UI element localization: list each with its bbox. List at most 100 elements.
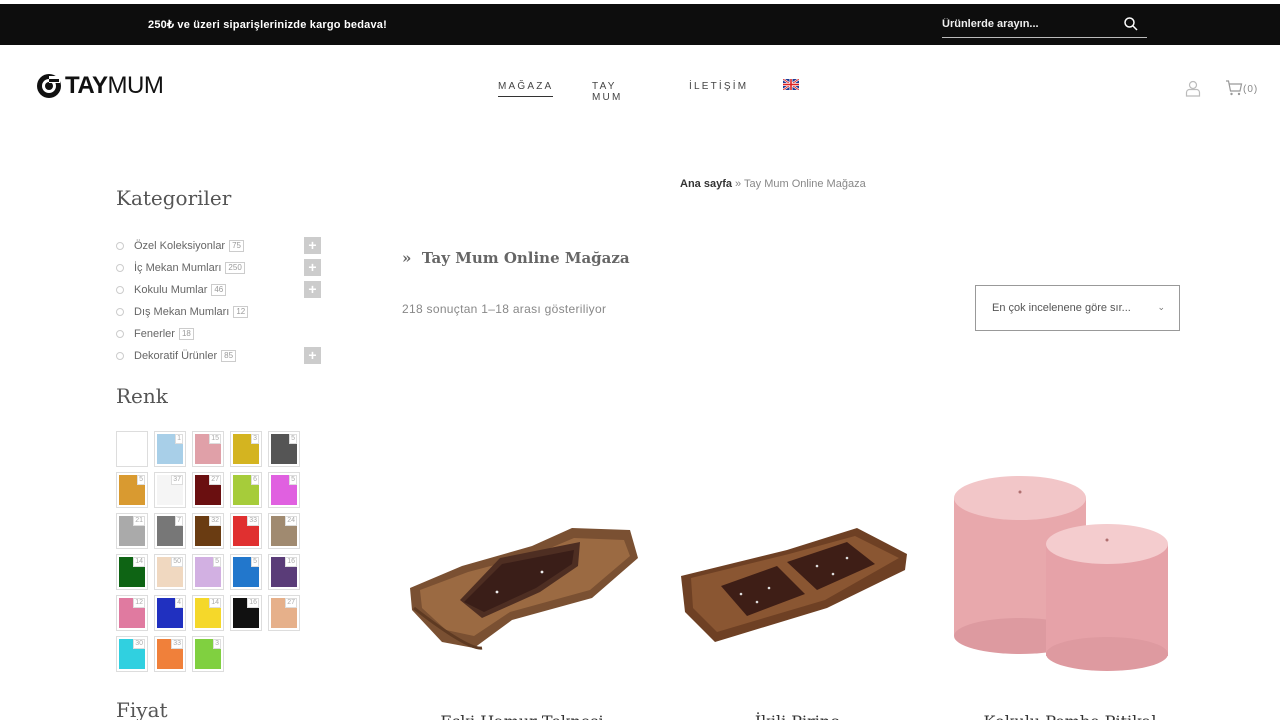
color-count-badge: 1 <box>175 434 183 444</box>
search-input[interactable] <box>942 14 1112 34</box>
expand-plus-icon[interactable]: + <box>304 281 321 298</box>
color-swatch[interactable]: 6 <box>230 472 262 508</box>
title-prefix: » <box>402 249 412 267</box>
color-swatch[interactable]: 14 <box>192 595 224 631</box>
color-swatch[interactable]: 7 <box>154 513 186 549</box>
color-swatch[interactable]: 33 <box>230 513 262 549</box>
category-label[interactable]: İç Mekan Mumları <box>134 262 221 274</box>
category-label[interactable]: Fenerler <box>134 328 175 340</box>
radio-dot[interactable] <box>116 330 124 338</box>
color-count-badge: 33 <box>171 639 183 649</box>
color-swatch[interactable]: 50 <box>154 554 186 590</box>
category-label[interactable]: Dış Mekan Mumları <box>134 306 229 318</box>
chevron-down-icon: ⌄ <box>1157 302 1165 312</box>
product-card[interactable]: Kokulu Pembe Pitikal <box>950 440 1190 720</box>
color-count-badge: 3 <box>251 434 259 444</box>
color-count-badge: 32 <box>209 516 221 526</box>
category-label[interactable]: Özel Koleksiyonlar <box>134 240 225 252</box>
color-swatch[interactable]: 12 <box>116 595 148 631</box>
color-swatch[interactable]: 32 <box>192 513 224 549</box>
product-name[interactable]: Eski Hamur Teknesi <box>402 712 642 720</box>
color-swatch[interactable]: 5 <box>230 554 262 590</box>
category-item[interactable]: İç Mekan Mumları 250 + <box>116 257 321 279</box>
category-item[interactable]: Dış Mekan Mumları 12 <box>116 301 321 323</box>
user-icon[interactable] <box>1184 79 1202 97</box>
cart-count: (0) <box>1243 84 1259 95</box>
product-name[interactable]: Kokulu Pembe Pitikal <box>950 712 1190 720</box>
color-count-badge: 5 <box>251 557 259 567</box>
radio-dot[interactable] <box>116 308 124 316</box>
color-count-badge: 7 <box>175 516 183 526</box>
color-swatch[interactable]: 5 <box>192 554 224 590</box>
color-swatch[interactable]: 3 <box>230 431 262 467</box>
color-swatch[interactable]: 16 <box>230 595 262 631</box>
search-box[interactable] <box>942 14 1147 38</box>
category-count: 250 <box>225 262 245 274</box>
breadcrumb-current: Tay Mum Online Mağaza <box>744 178 866 190</box>
categories-title: Kategoriler <box>116 186 232 210</box>
category-item[interactable]: Kokulu Mumlar 46 + <box>116 279 321 301</box>
uk-flag-icon[interactable] <box>783 79 799 90</box>
color-count-badge: 50 <box>171 557 183 567</box>
product-image[interactable] <box>677 480 917 680</box>
color-swatch[interactable]: 30 <box>116 636 148 672</box>
category-item[interactable]: Fenerler 18 <box>116 323 321 345</box>
color-count-badge: 14 <box>133 557 145 567</box>
color-count-badge: 5 <box>289 434 297 444</box>
expand-plus-icon[interactable]: + <box>304 237 321 254</box>
breadcrumb-home-link[interactable]: Ana sayfa <box>680 178 732 190</box>
color-swatch[interactable]: 27 <box>192 472 224 508</box>
color-count-badge: 37 <box>171 475 183 485</box>
color-swatch[interactable]: 24 <box>268 513 300 549</box>
color-count-badge: 14 <box>209 598 221 608</box>
color-swatch[interactable]: 27 <box>268 595 300 631</box>
nav-item-iletisim[interactable]: İLETİŞİM <box>689 81 748 92</box>
color-swatch[interactable]: 15 <box>192 431 224 467</box>
color-count-badge: 3 <box>213 639 221 649</box>
category-count: 75 <box>229 240 244 252</box>
category-item[interactable]: Özel Koleksiyonlar 75 + <box>116 235 321 257</box>
color-swatch[interactable]: 5 <box>116 472 148 508</box>
product-image[interactable] <box>402 480 642 680</box>
category-count: 12 <box>233 306 249 318</box>
color-count-badge: 15 <box>209 434 221 444</box>
color-swatch[interactable]: 5 <box>268 431 300 467</box>
color-swatch[interactable]: 3 <box>192 636 224 672</box>
color-swatch[interactable]: 1 <box>154 431 186 467</box>
category-label[interactable]: Dekoratif Ürünler <box>134 350 217 362</box>
sort-select[interactable]: En çok incelenene göre sır... ⌄ <box>975 285 1180 331</box>
color-swatch[interactable]: 14 <box>116 554 148 590</box>
color-swatch[interactable]: 16 <box>268 554 300 590</box>
price-filter-title: Fiyat <box>116 698 168 720</box>
color-count-badge: 4 <box>175 598 183 608</box>
product-name[interactable]: İkili Pirinç <box>677 712 917 720</box>
color-swatch[interactable] <box>116 431 148 467</box>
search-icon[interactable] <box>1123 16 1139 32</box>
logo-mark-icon <box>37 74 61 98</box>
radio-dot[interactable] <box>116 264 124 272</box>
color-swatch[interactable]: 37 <box>154 472 186 508</box>
color-swatch[interactable]: 21 <box>116 513 148 549</box>
expand-plus-icon[interactable]: + <box>304 259 321 276</box>
taymum-logo[interactable]: TAY MUM <box>36 70 164 102</box>
top-bar: 250₺ ve üzeri siparişlerinizde kargo bed… <box>0 4 1280 45</box>
radio-dot[interactable] <box>116 242 124 250</box>
category-item[interactable]: Dekoratif Ürünler 85 + <box>116 345 321 367</box>
color-swatch[interactable]: 4 <box>154 595 186 631</box>
product-card[interactable]: İkili Pirinç <box>677 440 917 720</box>
product-card[interactable]: Eski Hamur Teknesi <box>402 440 642 720</box>
logo-text-tay: TAY <box>65 72 108 99</box>
color-swatch[interactable]: 33 <box>154 636 186 672</box>
breadcrumb-separator: » <box>735 178 742 190</box>
cart-icon[interactable] <box>1225 79 1243 97</box>
nav-item-magaza[interactable]: MAĞAZA <box>498 81 554 97</box>
color-count-badge: 16 <box>247 598 259 608</box>
category-label[interactable]: Kokulu Mumlar <box>134 284 207 296</box>
promo-text: 250₺ ve üzeri siparişlerinizde kargo bed… <box>148 19 387 31</box>
color-swatch[interactable]: 5 <box>268 472 300 508</box>
radio-dot[interactable] <box>116 352 124 360</box>
nav-item-tay-mum[interactable]: TAY MUM <box>592 81 622 103</box>
product-image[interactable] <box>950 474 1190 674</box>
expand-plus-icon[interactable]: + <box>304 347 321 364</box>
radio-dot[interactable] <box>116 286 124 294</box>
